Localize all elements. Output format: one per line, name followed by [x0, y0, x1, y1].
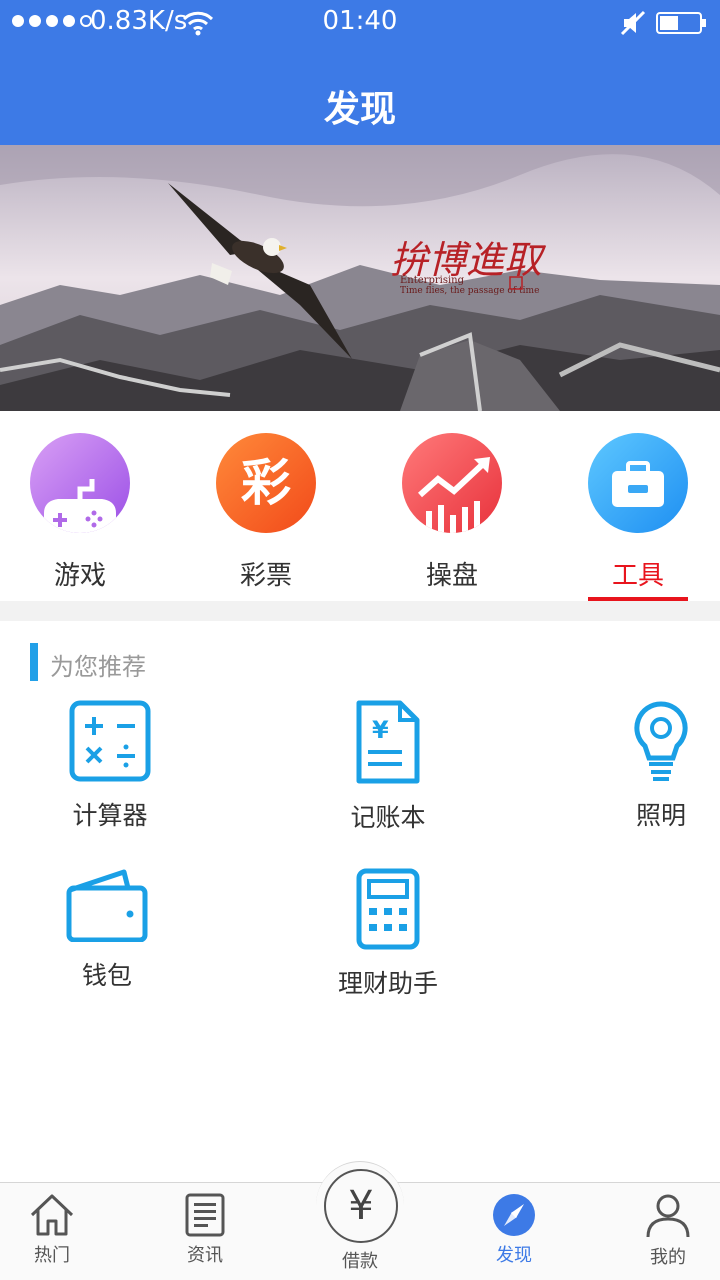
category-game[interactable]: 游戏 [15, 433, 145, 601]
home-icon [30, 1194, 74, 1236]
tool-label: 理财助手 [337, 969, 438, 998]
tab-loan[interactable]: 借款 [310, 1183, 410, 1280]
tool-finance-assistant[interactable]: 理财助手 [318, 868, 458, 1000]
section-accent-bar [30, 643, 38, 681]
category-lottery[interactable]: 彩 彩票 [201, 433, 331, 601]
tool-calculator[interactable]: 计算器 [50, 700, 170, 832]
mute-icon [620, 10, 646, 36]
news-icon [185, 1193, 225, 1237]
svg-text:Enterprising: Enterprising [400, 275, 465, 286]
section-divider [0, 601, 720, 621]
tab-hot[interactable]: 热门 [2, 1183, 102, 1280]
toolbox-icon [588, 433, 688, 533]
calculator-icon [69, 700, 151, 782]
trend-chart-icon [402, 433, 502, 533]
tab-discover[interactable]: 发现 [464, 1183, 564, 1280]
wallet-icon [66, 869, 148, 942]
app-header: 0.83K/s 01:40 发现 [0, 0, 720, 145]
promo-banner[interactable]: 拚博進取 Enterprising Time flies, the passag… [0, 145, 720, 411]
tab-label: 热门 [34, 1245, 70, 1266]
ledger-icon: ¥ [356, 700, 420, 784]
category-row: 游戏 彩 彩票 操盘 工具 [0, 411, 720, 601]
category-label: 游戏 [53, 561, 106, 591]
tab-mine[interactable]: 我的 [618, 1183, 718, 1280]
compass-icon [493, 1194, 535, 1236]
category-label: 操盘 [425, 561, 478, 591]
tab-news[interactable]: 资讯 [155, 1183, 255, 1280]
svg-text:Time flies, the passage of tim: Time flies, the passage of time [400, 286, 539, 296]
tool-label: 计算器 [72, 801, 148, 830]
user-icon [646, 1194, 690, 1238]
tab-label: 发现 [496, 1245, 532, 1266]
section-title: 为您推荐 [50, 653, 146, 681]
tool-label: 钱包 [81, 961, 132, 990]
category-label: 彩票 [239, 561, 292, 591]
status-clock: 01:40 [322, 6, 398, 36]
gamepad-icon [30, 433, 130, 533]
lottery-icon: 彩 [216, 433, 316, 533]
page-title: 发现 [323, 89, 396, 130]
category-label: 工具 [611, 561, 664, 591]
lightbulb-icon [634, 701, 688, 781]
tool-flashlight[interactable]: 照明 [620, 700, 702, 832]
tool-wallet[interactable]: 钱包 [47, 868, 167, 992]
tool-ledger[interactable]: ¥ 记账本 [328, 700, 448, 834]
category-tools[interactable]: 工具 [573, 433, 703, 601]
bottom-tab-bar: 热门 资讯 ¥ 借款 发现 我的 [0, 1161, 720, 1280]
status-bar: 0.83K/s 01:40 [0, 0, 720, 48]
finance-calculator-icon [356, 868, 420, 950]
tab-label: 借款 [342, 1251, 378, 1272]
tab-label: 资讯 [187, 1245, 223, 1266]
tool-label: 照明 [635, 801, 686, 830]
svg-text:¥: ¥ [372, 716, 389, 744]
tool-label: 记账本 [350, 803, 426, 832]
category-trading[interactable]: 操盘 [387, 433, 517, 601]
battery-icon [656, 12, 706, 34]
tab-label: 我的 [650, 1247, 686, 1268]
banner-image: 拚博進取 Enterprising Time flies, the passag… [0, 145, 720, 411]
